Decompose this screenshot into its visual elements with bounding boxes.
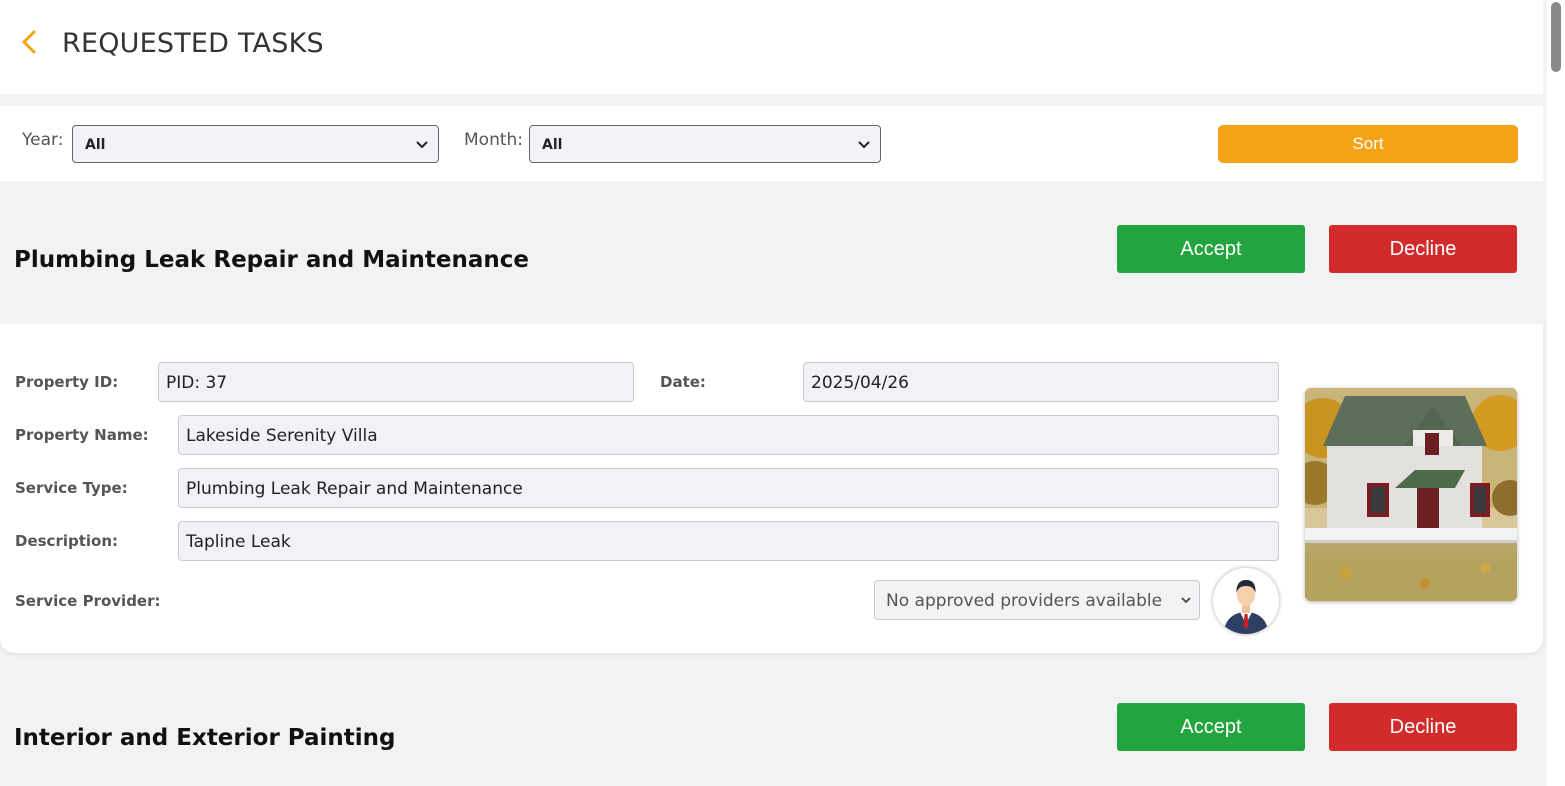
service-type-label: Service Type:: [15, 479, 128, 497]
task-title: Interior and Exterior Painting: [14, 725, 396, 751]
service-provider-label: Service Provider:: [15, 592, 161, 610]
scrollbar-track[interactable]: [1547, 0, 1565, 786]
sort-button[interactable]: Sort: [1218, 125, 1518, 163]
description-label: Description:: [15, 532, 119, 550]
month-select-value: All: [542, 137, 563, 153]
year-label: Year:: [22, 130, 64, 150]
service-type-field: Plumbing Leak Repair and Maintenance: [178, 468, 1279, 508]
property-image: [1305, 388, 1517, 601]
accept-button[interactable]: Accept: [1117, 703, 1305, 751]
year-select-value: All: [85, 137, 106, 153]
task-card-header: Interior and Exterior Painting Accept De…: [0, 676, 1543, 786]
accept-button[interactable]: Accept: [1117, 225, 1305, 273]
user-avatar-icon: [1213, 568, 1279, 634]
date-field: 2025/04/26: [803, 362, 1279, 402]
description-field: Tapline Leak: [178, 521, 1279, 561]
decline-button[interactable]: Decline: [1329, 225, 1517, 273]
year-select[interactable]: All: [72, 125, 439, 163]
scrollbar-thumb[interactable]: [1551, 2, 1561, 72]
decline-button[interactable]: Decline: [1329, 703, 1517, 751]
page-header: REQUESTED TASKS: [0, 0, 1543, 94]
service-provider-select[interactable]: No approved providers available: [874, 580, 1200, 620]
service-provider-value: No approved providers available: [886, 591, 1163, 611]
task-card-header: Plumbing Leak Repair and Maintenance Acc…: [0, 198, 1543, 324]
property-name-field: Lakeside Serenity Villa: [178, 415, 1279, 455]
provider-avatar[interactable]: [1213, 568, 1279, 634]
chevron-left-icon[interactable]: [19, 29, 41, 55]
chevron-down-icon: [1181, 597, 1191, 604]
month-select[interactable]: All: [529, 125, 881, 163]
property-id-field: PID: 37: [158, 362, 634, 402]
property-id-label: Property ID:: [15, 373, 119, 391]
chevron-down-icon: [858, 141, 870, 149]
date-label: Date:: [660, 373, 706, 391]
month-label: Month:: [464, 130, 524, 150]
task-card-body: Property ID: PID: 37 Date: 2025/04/26 Pr…: [0, 324, 1543, 653]
house-image: [1305, 388, 1517, 601]
filter-bar: Year: All Month: All Sort: [0, 106, 1543, 181]
task-title: Plumbing Leak Repair and Maintenance: [14, 247, 530, 273]
page-title: REQUESTED TASKS: [62, 28, 324, 59]
property-name-label: Property Name:: [15, 426, 149, 444]
chevron-down-icon: [416, 141, 428, 149]
